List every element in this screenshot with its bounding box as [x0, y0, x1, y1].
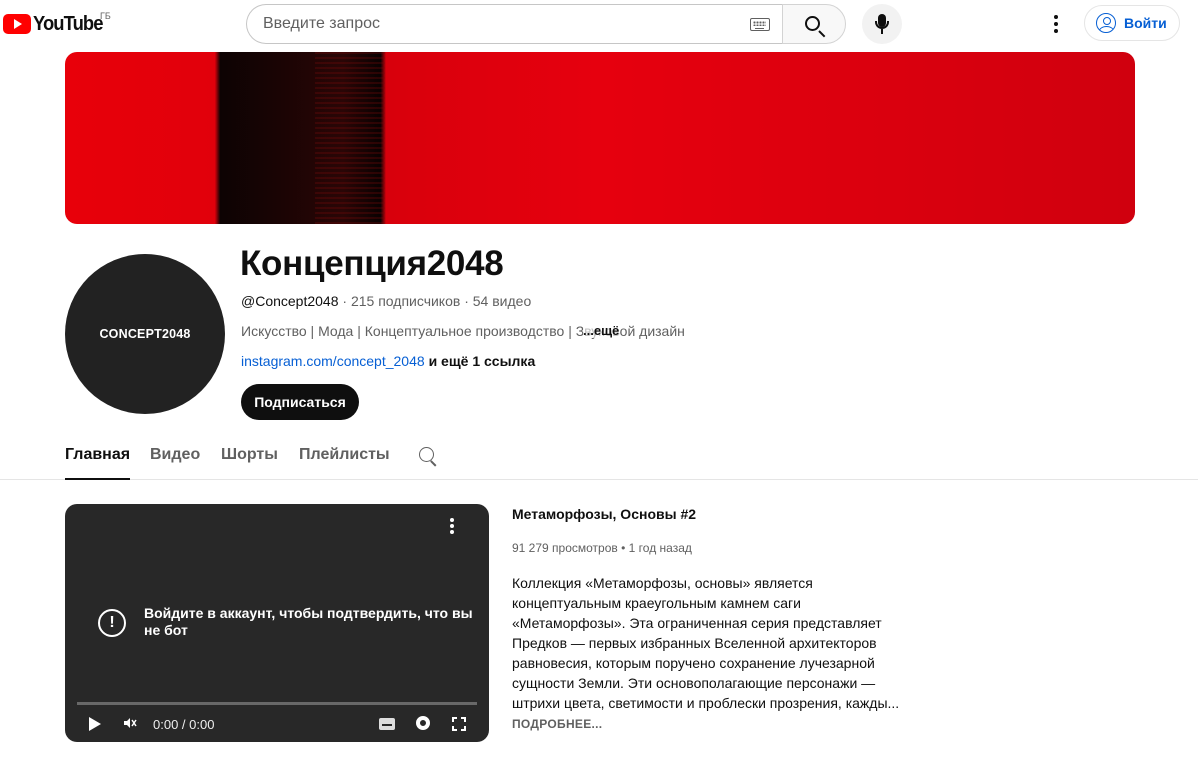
subtitles-icon[interactable] [379, 718, 395, 730]
play-icon[interactable] [89, 717, 101, 731]
masthead: YouTube ГБ Войти [0, 0, 1198, 48]
more-vert-icon [450, 518, 454, 522]
fullscreen-corner [452, 726, 457, 731]
channel-links: instagram.com/concept_2048 и ещё 1 ссылк… [241, 353, 535, 369]
avatar-logo-text: CONCEPT2048 [99, 327, 191, 341]
muted-speaker-icon [124, 718, 137, 728]
more-vert-icon [1054, 15, 1058, 19]
video-meta: 91 279 просмотров • 1 год назад [512, 541, 692, 555]
youtube-logo[interactable]: YouTube ГБ [3, 11, 111, 36]
progress-bar[interactable] [77, 702, 477, 705]
meta-separator: • [621, 541, 629, 555]
sign-in-label: Войти [1124, 15, 1167, 31]
account-circle-icon [1096, 13, 1116, 33]
channel-handle: @Concept2048 [241, 293, 339, 309]
more-vert-icon-dot [1054, 22, 1058, 26]
time-display: 0:00 / 0:00 [153, 717, 215, 732]
tab-shorts[interactable]: Шорты [221, 446, 278, 480]
voice-search-button[interactable] [862, 4, 902, 44]
player-more-button[interactable] [449, 516, 455, 536]
description-more-button[interactable]: ...ещё [583, 323, 620, 338]
upload-age: 1 год назад [628, 541, 692, 555]
search-bar [246, 4, 846, 44]
mute-icon[interactable] [123, 716, 137, 730]
more-vert-icon-dot [450, 524, 454, 528]
channel-search-icon[interactable] [418, 446, 438, 466]
video-title[interactable]: Метаморфозы, Основы #2 [512, 506, 696, 522]
video-description: Коллекция «Метаморфозы, основы» является… [512, 575, 900, 711]
fullscreen-corner [461, 726, 466, 731]
meta-separator: · [464, 293, 473, 309]
video-player[interactable]: ! Войдите в аккаунт, чтобы подтвердить, … [65, 504, 489, 742]
player-error-message: Войдите в аккаунт, чтобы подтвердить, чт… [144, 605, 473, 638]
settings-gear-icon[interactable] [416, 716, 430, 730]
channel-meta: @Concept2048 · 215 подписчиков · 54 виде… [241, 293, 531, 309]
sign-in-button[interactable]: Войти [1084, 5, 1180, 41]
microphone-arc [875, 21, 889, 29]
tab-playlists[interactable]: Плейлисты [299, 446, 390, 480]
more-vert-icon-dot [450, 530, 454, 534]
keyboard-icon[interactable] [750, 18, 770, 31]
search-icon [805, 16, 820, 31]
tab-videos[interactable]: Видео [150, 446, 200, 480]
more-vert-icon-dot [1054, 29, 1058, 33]
meta-separator: · [342, 293, 351, 309]
microphone-stem [881, 29, 883, 34]
read-more-button[interactable]: ПОДРОБНЕЕ... [512, 717, 602, 731]
youtube-play-icon [3, 14, 31, 34]
channel-tabs: Главная Видео Шорты Плейлисты [0, 436, 1198, 480]
region-code: ГБ [100, 11, 111, 21]
fullscreen-corner [461, 717, 466, 722]
more-links-button[interactable]: и ещё 1 ссылка [429, 353, 536, 369]
banner-texture [315, 52, 385, 224]
alert-icon: ! [98, 609, 126, 637]
search-button[interactable] [782, 4, 846, 44]
channel-title: Концепция2048 [240, 244, 504, 283]
subscriber-count: 215 подписчиков [350, 293, 461, 309]
search-input[interactable] [263, 15, 733, 33]
channel-avatar: CONCEPT2048 [65, 254, 225, 414]
logo-text: YouTube [33, 13, 103, 35]
instagram-link[interactable]: instagram.com/concept_2048 [241, 353, 425, 369]
settings-menu-button[interactable] [1044, 12, 1068, 36]
subscribe-button[interactable]: Подписаться [241, 384, 359, 420]
channel-banner [65, 52, 1135, 224]
search-box [246, 4, 782, 44]
fullscreen-icon[interactable] [452, 717, 466, 731]
video-count: 54 видео [472, 293, 532, 309]
fullscreen-corner [452, 717, 457, 722]
view-count: 91 279 просмотров [512, 541, 618, 555]
tab-home[interactable]: Главная [65, 446, 131, 480]
